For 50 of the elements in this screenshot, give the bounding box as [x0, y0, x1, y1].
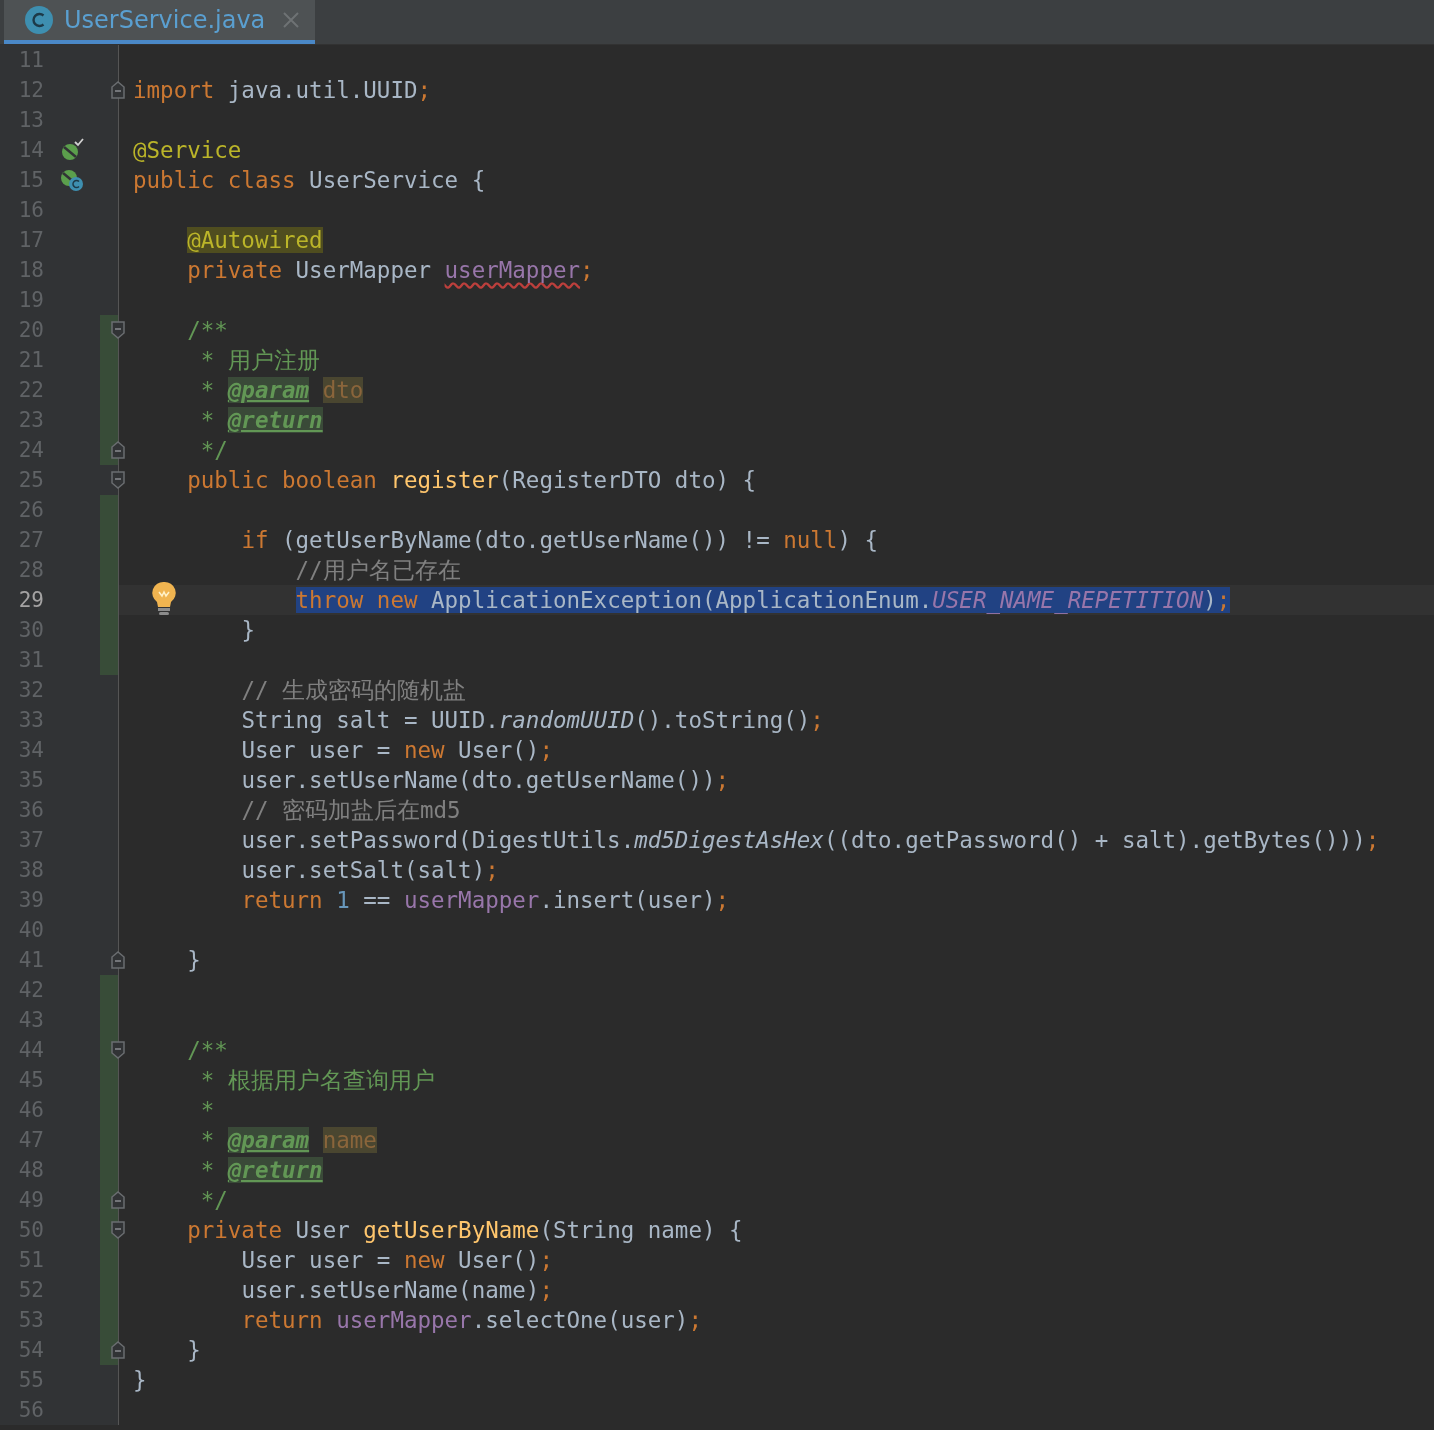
bean-icon[interactable] — [60, 138, 84, 162]
code-line: */ — [199, 436, 229, 465]
close-icon[interactable] — [281, 10, 302, 30]
fold-icon[interactable] — [110, 1190, 126, 1210]
fold-icon[interactable] — [110, 1040, 126, 1060]
code-line: user.setUserName(dto.getUserName()); — [240, 766, 731, 795]
code-line: * @param name — [199, 1126, 378, 1155]
code-line: private UserMapper userMapper; — [186, 256, 595, 285]
code-line: String salt = UUID.randomUUID().toString(); — [240, 706, 825, 735]
code-line: user.setPassword(DigestUtils.md5DigestAsHex((dto.getPassword() + salt).getBytes())); — [240, 826, 1381, 855]
fold-icon[interactable] — [110, 440, 126, 460]
fold-icon[interactable] — [110, 320, 126, 340]
code-line: @Service — [132, 136, 243, 165]
code-line: User user = new User(); — [240, 736, 554, 765]
code-line: * 根据用户名查询用户 — [199, 1066, 436, 1095]
code-line: /** — [186, 316, 229, 345]
code-line: //用户名已存在 — [294, 556, 462, 585]
fold-icon[interactable] — [110, 1220, 126, 1240]
code-line: * @return — [199, 406, 324, 435]
code-line: * — [199, 1096, 216, 1125]
lightbulb-icon[interactable] — [150, 580, 178, 618]
code-line: private User getUserByName(String name) { — [186, 1216, 744, 1245]
line-number: 29 — [17, 587, 44, 614]
fold-icon[interactable] — [110, 470, 126, 490]
code-line: User user = new User(); — [240, 1246, 554, 1275]
code-line: } — [240, 616, 256, 645]
fold-icon[interactable] — [110, 950, 126, 970]
file-tab[interactable]: UserService.java — [4, 0, 316, 44]
code-line: } — [132, 1366, 148, 1395]
code-line: } — [186, 946, 202, 975]
fold-icon[interactable] — [110, 80, 126, 100]
fold-icon[interactable] — [110, 1340, 126, 1360]
code-line: public boolean register(RegisterDTO dto) { — [186, 466, 758, 495]
code-line: return 1 == userMapper.insert(user); — [240, 886, 731, 915]
code-line: return userMapper.selectOne(user); — [240, 1306, 703, 1335]
code-line: /** — [186, 1036, 229, 1065]
code-line: * 用户注册 — [199, 346, 321, 375]
bean-class-icon[interactable] — [60, 168, 84, 192]
code-line: user.setUserName(name); — [240, 1276, 554, 1305]
code-line: * @param dto — [199, 376, 365, 405]
code-line: } — [186, 1336, 202, 1365]
code-line: if (getUserByName(dto.getUserName()) != null) { — [240, 526, 880, 555]
class-file-icon — [24, 5, 54, 35]
code-line: */ — [199, 1186, 229, 1215]
code-line: // 密码加盐后在md5 — [240, 796, 462, 825]
code-line: user.setSalt(salt); — [240, 856, 500, 885]
code-line: public class UserService { — [132, 166, 487, 195]
code-line: import java.util.UUID; — [132, 76, 433, 105]
code-line: * @return — [199, 1156, 324, 1185]
code-line: // 生成密码的随机盐 — [240, 676, 467, 705]
